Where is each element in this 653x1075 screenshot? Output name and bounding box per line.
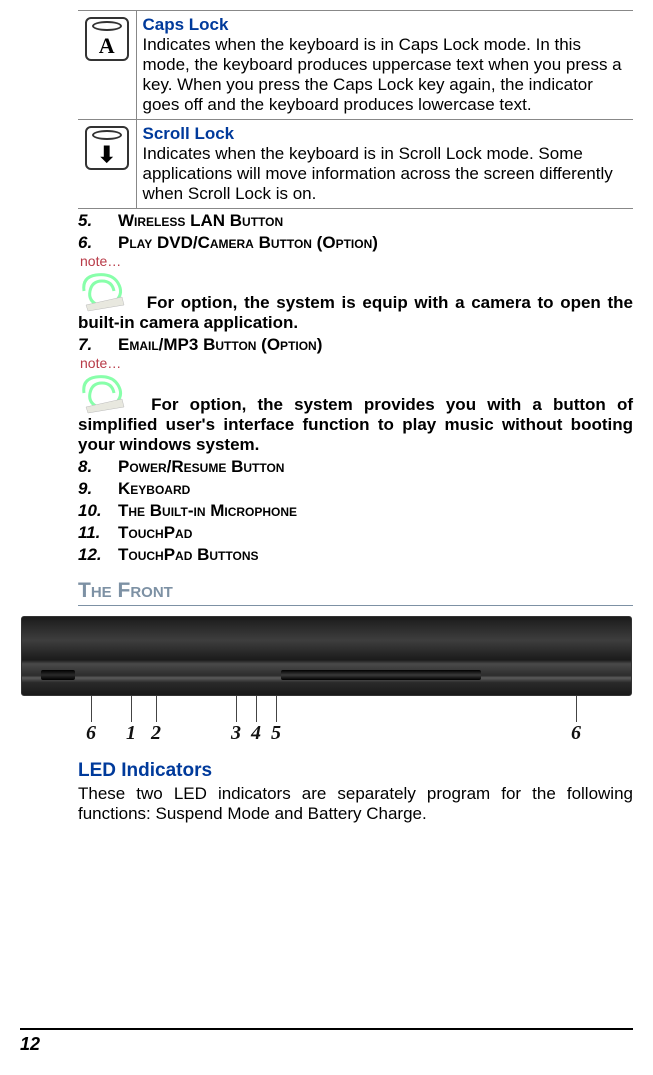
figure-callouts: 6 1 2 3 4 5 6: [21, 696, 632, 746]
list-label: TouchPad Buttons: [118, 545, 259, 565]
caps-lock-icon: A: [85, 17, 129, 61]
caps-lock-desc-cell: Caps Lock Indicates when the keyboard is…: [136, 11, 633, 120]
scroll-lock-icon-cell: ⬇: [78, 120, 136, 209]
note-block: note… For option, the system provides yo…: [20, 357, 633, 455]
list-item: 8. Power/Resume Button: [20, 457, 633, 477]
paperclip-icon: [78, 371, 130, 415]
scroll-lock-desc-cell: Scroll Lock Indicates when the keyboard …: [136, 120, 633, 209]
list-number: 9.: [78, 479, 118, 499]
note-text: For option, the system is equip with a c…: [78, 293, 633, 332]
list-number: 12.: [78, 545, 118, 565]
callout-label: 6: [571, 722, 581, 745]
list-number: 7.: [78, 335, 118, 355]
list-number: 5.: [78, 211, 118, 231]
caps-lock-desc: Indicates when the keyboard is in Caps L…: [143, 35, 622, 114]
list-label: Power/Resume Button: [118, 457, 284, 477]
list-item: 9. Keyboard: [20, 479, 633, 499]
list-label: Email/MP3 Button (Option): [118, 335, 322, 355]
note-icon: note…: [78, 357, 136, 415]
list-item: 7. Email/MP3 Button (Option): [20, 335, 633, 355]
list-item: 12. TouchPad Buttons: [20, 545, 633, 565]
callout-label: 1: [126, 722, 136, 745]
note-icon: note…: [78, 255, 136, 313]
indicator-table: A Caps Lock Indicates when the keyboard …: [78, 10, 633, 209]
section-heading-front: The Front: [78, 579, 633, 606]
callout-label: 4: [251, 722, 261, 745]
list-item: 11. TouchPad: [20, 523, 633, 543]
list-label: The Built-in Microphone: [118, 501, 297, 521]
callout-label: 3: [231, 722, 241, 745]
scroll-lock-desc: Indicates when the keyboard is in Scroll…: [143, 144, 613, 203]
page-footer: 12: [20, 1028, 633, 1055]
led-indicators-paragraph: These two LED indicators are separately …: [20, 784, 633, 825]
list-item: 6. Play DVD/Camera Button (Option): [20, 233, 633, 253]
list-item: 10. The Built-in Microphone: [20, 501, 633, 521]
list-label: Play DVD/Camera Button (Option): [118, 233, 378, 253]
list-number: 11.: [78, 523, 118, 543]
caps-lock-title: Caps Lock: [143, 15, 229, 34]
table-row: ⬇ Scroll Lock Indicates when the keyboar…: [78, 120, 633, 209]
scroll-lock-title: Scroll Lock: [143, 124, 235, 143]
paperclip-icon: [78, 269, 130, 313]
scroll-lock-icon: ⬇: [85, 126, 129, 170]
table-row: A Caps Lock Indicates when the keyboard …: [78, 11, 633, 120]
list-label: Keyboard: [118, 479, 190, 499]
list-number: 8.: [78, 457, 118, 477]
led-indicators-heading: LED Indicators: [20, 760, 633, 782]
laptop-front-figure: 6 1 2 3 4 5 6: [21, 616, 632, 756]
note-text: For option, the system provides you with…: [78, 395, 633, 454]
callout-label: 2: [151, 722, 161, 745]
list-number: 6.: [78, 233, 118, 253]
note-block: note… For option, the system is equip wi…: [20, 255, 633, 333]
laptop-body: [21, 616, 632, 696]
list-label: Wireless LAN Button: [118, 211, 283, 231]
list-number: 10.: [78, 501, 118, 521]
list-label: TouchPad: [118, 523, 192, 543]
callout-label: 5: [271, 722, 281, 745]
page-number: 12: [20, 1034, 40, 1054]
list-item: 5. Wireless LAN Button: [20, 211, 633, 231]
caps-lock-icon-cell: A: [78, 11, 136, 120]
callout-label: 6: [86, 722, 96, 745]
